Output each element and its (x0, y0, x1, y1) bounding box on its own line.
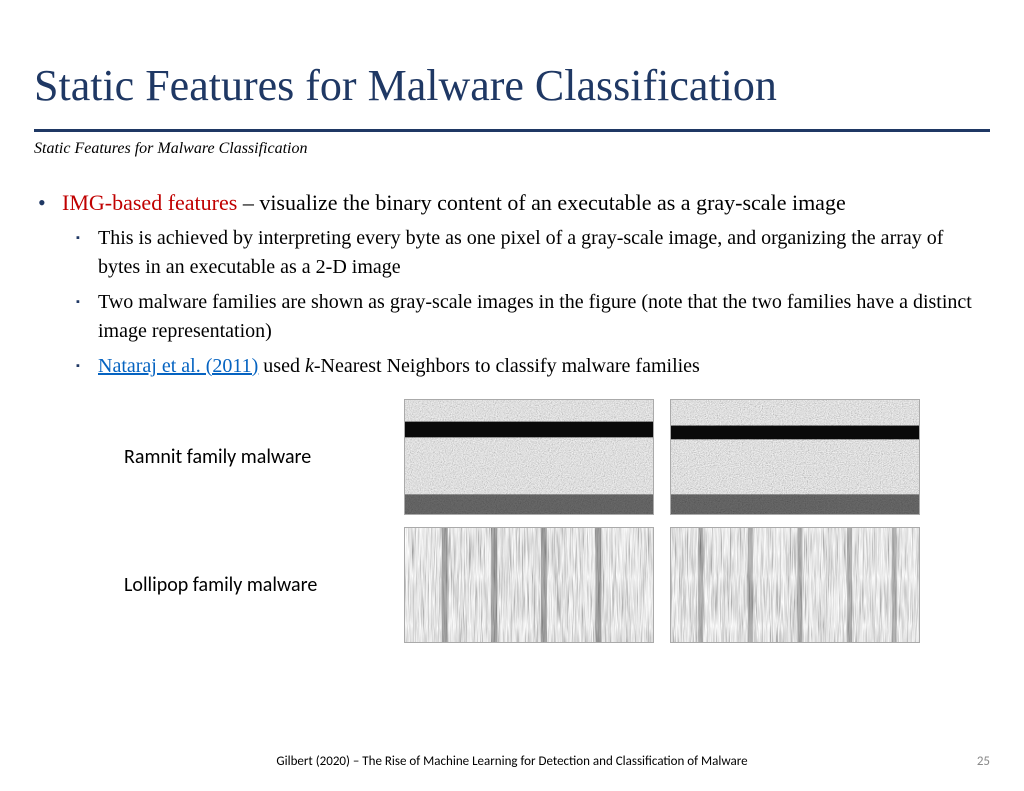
row-label-ramnit: Ramnit family malware (124, 445, 404, 469)
bullet-highlight: IMG-based features (62, 190, 237, 215)
sub3-rest: -Nearest Neighbors to classify malware f… (314, 355, 700, 377)
main-bullet-list: IMG-based features – visualize the binar… (34, 188, 990, 381)
sub-bullet-2: Two malware families are shown as gray-s… (98, 288, 990, 346)
malware-image-ramnit-1 (404, 399, 654, 515)
slide-title: Static Features for Malware Classificati… (34, 60, 990, 111)
img-pair-ramnit (404, 399, 920, 515)
image-row-ramnit: Ramnit family malware (34, 399, 990, 515)
malware-image-lollipop-1 (404, 527, 654, 643)
page-number: 25 (977, 754, 990, 769)
citation-link[interactable]: Nataraj et al. (2011) (98, 355, 258, 377)
sub3-mid: used (258, 355, 305, 377)
slide: Static Features for Malware Classificati… (0, 0, 1024, 791)
row-label-lollipop: Lollipop family malware (124, 573, 404, 597)
image-row-lollipop: Lollipop family malware (34, 527, 990, 643)
sub-bullet-3: Nataraj et al. (2011) used k-Nearest Nei… (98, 352, 990, 381)
bullet-rest: – visualize the binary content of an exe… (237, 190, 845, 215)
sub3-k: k (305, 355, 314, 377)
malware-image-ramnit-2 (670, 399, 920, 515)
sub-bullet-list: This is achieved by interpreting every b… (62, 224, 990, 381)
footer-citation: Gilbert (2020) – The Rise of Machine Lea… (0, 754, 1024, 769)
slide-subtitle: Static Features for Malware Classificati… (34, 140, 990, 158)
malware-image-lollipop-2 (670, 527, 920, 643)
bullet-img-features: IMG-based features – visualize the binar… (62, 188, 990, 381)
sub-bullet-1: This is achieved by interpreting every b… (98, 224, 990, 282)
title-divider (34, 129, 990, 132)
img-pair-lollipop (404, 527, 920, 643)
